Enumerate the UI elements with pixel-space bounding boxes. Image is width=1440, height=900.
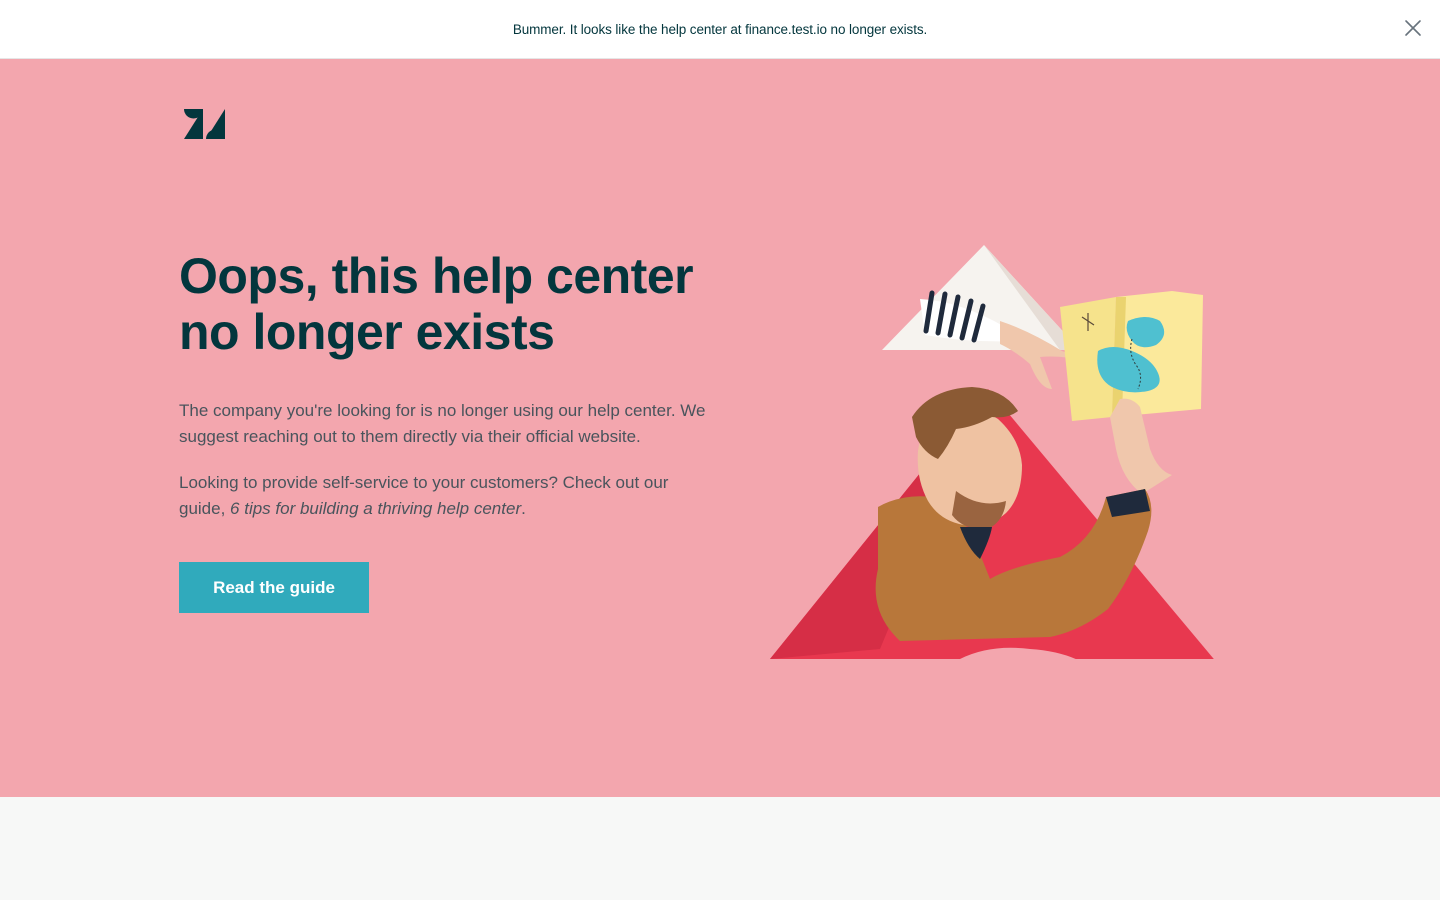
zendesk-logo-icon[interactable] [184, 108, 225, 140]
read-guide-button[interactable]: Read the guide [179, 562, 369, 613]
person-with-map-illustration [770, 245, 1214, 659]
page-footer [0, 797, 1440, 900]
title-line-1: Oops, this help center [179, 248, 694, 304]
intro-paragraph: The company you're looking for is no lon… [179, 401, 706, 446]
banner-message: Bummer. It looks like the help center at… [512, 21, 928, 37]
notification-banner: Bummer. It looks like the help center at… [0, 0, 1440, 59]
title-line-2: no longer exists [179, 304, 555, 360]
guide-link[interactable]: 6 tips for building a thriving help cent… [230, 499, 521, 518]
page-title: Oops, this help center no longer exists [179, 248, 739, 360]
close-icon[interactable] [1404, 19, 1422, 37]
guide-paragraph: Looking to provide self-service to your … [179, 470, 719, 522]
hero-section: Oops, this help center no longer exists … [0, 59, 1440, 797]
guide-paragraph-suffix: . [521, 499, 526, 518]
